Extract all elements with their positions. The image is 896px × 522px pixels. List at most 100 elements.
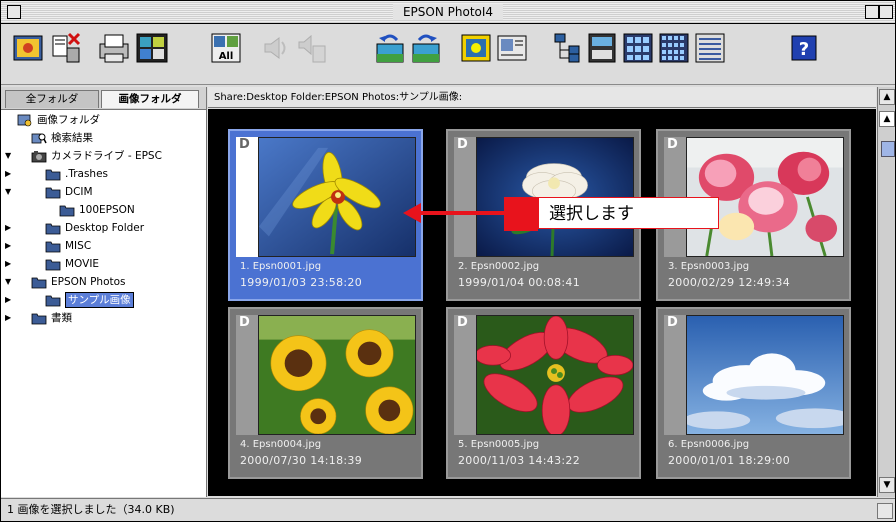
scroll-down-icon[interactable]: ▼ bbox=[879, 477, 895, 493]
disclosure-closed-icon[interactable]: ▶ bbox=[5, 219, 15, 237]
tree-item[interactable]: ▶ MISC bbox=[1, 237, 206, 255]
thumbnail-filename: 4. Epsn0004.jpg bbox=[240, 439, 322, 450]
help-label: ? bbox=[799, 39, 809, 60]
folder-icon bbox=[59, 203, 75, 217]
thumbnail-item[interactable]: D 6. Epsn0006.jpg 2000/01/01 18:29:00 bbox=[656, 307, 851, 479]
thumbnail-tag-strip bbox=[664, 315, 686, 435]
thumbnail-tag-strip bbox=[454, 315, 476, 435]
sound-icon[interactable] bbox=[259, 30, 293, 66]
tree-item[interactable]: ▶ Desktop Folder bbox=[1, 219, 206, 237]
tree-icon[interactable] bbox=[549, 30, 583, 66]
tree-item-label: MISC bbox=[65, 240, 92, 252]
thumbnail-date: 1999/01/03 23:58:20 bbox=[240, 276, 363, 289]
large-thumbs-icon[interactable] bbox=[585, 30, 619, 66]
thumbnail-item[interactable]: D 1. Epsn0001.jpg 1999/01/03 23:58:20 bbox=[228, 129, 423, 301]
thumbnail-date: 2000/02/29 12:49:34 bbox=[668, 276, 791, 289]
tree-item[interactable]: ▶ MOVIE bbox=[1, 255, 206, 273]
path-bar: Share:Desktop Folder:EPSON Photos:サンプル画像… bbox=[208, 87, 876, 108]
tree-item-label: 検索結果 bbox=[51, 132, 93, 144]
scroll-track-top[interactable]: ▲ bbox=[879, 111, 895, 127]
toolbar: All ? bbox=[1, 24, 895, 85]
tree-item-label: カメラドライブ - EPSC bbox=[51, 150, 162, 162]
thumbnail-item[interactable]: D 4. Epsn0004.jpg 2000/07/30 14:18:39 bbox=[228, 307, 423, 479]
tree-item-label: MOVIE bbox=[65, 258, 100, 270]
tree-item[interactable]: ▶ サンプル画像 bbox=[1, 291, 206, 309]
view-photo-icon[interactable] bbox=[11, 30, 45, 66]
all-label: All bbox=[219, 51, 234, 62]
thumbnail-tag: D bbox=[239, 315, 250, 330]
list-view-icon[interactable] bbox=[693, 30, 727, 66]
tree-item[interactable]: ▼ カメラドライブ - EPSC bbox=[1, 147, 206, 165]
tree-item-label: Desktop Folder bbox=[65, 222, 145, 234]
tree-item[interactable]: ▼ DCIM bbox=[1, 183, 206, 201]
tree-item[interactable]: 100EPSON bbox=[1, 201, 206, 219]
disclosure-closed-icon[interactable]: ▶ bbox=[5, 165, 15, 183]
thumbnail-photo bbox=[476, 315, 634, 435]
folder-icon bbox=[45, 293, 61, 307]
help-icon[interactable]: ? bbox=[787, 30, 821, 66]
app-window: EPSON PhotoI4 All ? 全フォルダ 画像フォルダ 画像フォルダ … bbox=[0, 0, 896, 522]
tree-item-label: .Trashes bbox=[65, 168, 109, 180]
thumbnail-photo bbox=[258, 315, 416, 435]
image-info-icon[interactable] bbox=[495, 30, 529, 66]
tree-item-label: 画像フォルダ bbox=[37, 114, 100, 126]
thumbnail-tag: D bbox=[457, 137, 468, 152]
thumbnail-date: 2000/07/30 14:18:39 bbox=[240, 454, 363, 467]
disclosure-closed-icon[interactable]: ▶ bbox=[5, 309, 15, 327]
rotate-left-icon[interactable] bbox=[373, 30, 407, 66]
camera-drive-icon bbox=[31, 149, 47, 163]
rotate-right-icon[interactable] bbox=[409, 30, 443, 66]
all-icon[interactable]: All bbox=[209, 30, 243, 66]
disclosure-open-icon[interactable]: ▼ bbox=[5, 147, 15, 165]
close-box[interactable] bbox=[7, 5, 21, 19]
thumbnail-date: 2000/01/01 18:29:00 bbox=[668, 454, 791, 467]
callout-text: 選択します bbox=[538, 197, 719, 229]
tab-image-folders[interactable]: 画像フォルダ bbox=[101, 90, 199, 108]
thumbnail-photo bbox=[686, 315, 844, 435]
callout: 選択します bbox=[504, 197, 719, 231]
sound-delete-icon[interactable] bbox=[295, 30, 329, 66]
image-folder-icon bbox=[17, 113, 33, 127]
tree-item[interactable]: 画像フォルダ bbox=[1, 111, 206, 129]
folder-icon bbox=[45, 185, 61, 199]
folder-icon bbox=[45, 221, 61, 235]
thumbnail-tag: D bbox=[239, 137, 250, 152]
collapse-box[interactable] bbox=[879, 5, 893, 19]
disclosure-open-icon[interactable]: ▼ bbox=[5, 183, 15, 201]
thumbnail-item[interactable]: D 5. Epsn0005.jpg 2000/11/03 14:43:22 bbox=[446, 307, 641, 479]
folder-icon bbox=[45, 257, 61, 271]
vertical-scrollbar[interactable]: ▲ ▲ ▼ bbox=[877, 87, 895, 497]
zoom-box[interactable] bbox=[865, 5, 879, 19]
small-thumbs-icon[interactable] bbox=[657, 30, 691, 66]
disclosure-closed-icon[interactable]: ▶ bbox=[5, 291, 15, 309]
image-edit-icon[interactable] bbox=[459, 30, 493, 66]
delete-icon[interactable] bbox=[49, 30, 83, 66]
thumbnail-date: 2000/11/03 14:43:22 bbox=[458, 454, 581, 467]
medium-thumbs-icon[interactable] bbox=[621, 30, 655, 66]
tree-item[interactable]: ▶ .Trashes bbox=[1, 165, 206, 183]
thumbnail-tag: D bbox=[667, 137, 678, 152]
tree-item[interactable]: ▼ EPSON Photos bbox=[1, 273, 206, 291]
scroll-up-icon[interactable]: ▲ bbox=[879, 89, 895, 105]
window-title: EPSON PhotoI4 bbox=[392, 4, 504, 20]
thumbnail-tag: D bbox=[457, 315, 468, 330]
thumbnail-filename: 2. Epsn0002.jpg bbox=[458, 261, 540, 272]
folder-icon bbox=[31, 275, 47, 289]
folder-icon bbox=[45, 239, 61, 253]
tree-item-label: サンプル画像 bbox=[65, 292, 134, 308]
disclosure-open-icon[interactable]: ▼ bbox=[5, 273, 15, 291]
thumbnail-date: 1999/01/04 00:08:41 bbox=[458, 276, 581, 289]
tab-all-folders[interactable]: 全フォルダ bbox=[5, 90, 99, 108]
tree-item-label: EPSON Photos bbox=[51, 276, 126, 288]
tree-item[interactable]: 検索結果 bbox=[1, 129, 206, 147]
scroll-thumb[interactable] bbox=[881, 141, 895, 157]
slideshow-icon[interactable] bbox=[135, 30, 169, 66]
print-icon[interactable] bbox=[97, 30, 131, 66]
disclosure-closed-icon[interactable]: ▶ bbox=[5, 237, 15, 255]
callout-arrow-head bbox=[403, 203, 421, 223]
folder-tabs: 全フォルダ 画像フォルダ bbox=[1, 87, 206, 110]
tree-item[interactable]: ▶ 書類 bbox=[1, 309, 206, 327]
resize-grip[interactable] bbox=[877, 503, 893, 519]
disclosure-closed-icon[interactable]: ▶ bbox=[5, 255, 15, 273]
search-result-icon bbox=[31, 131, 47, 145]
